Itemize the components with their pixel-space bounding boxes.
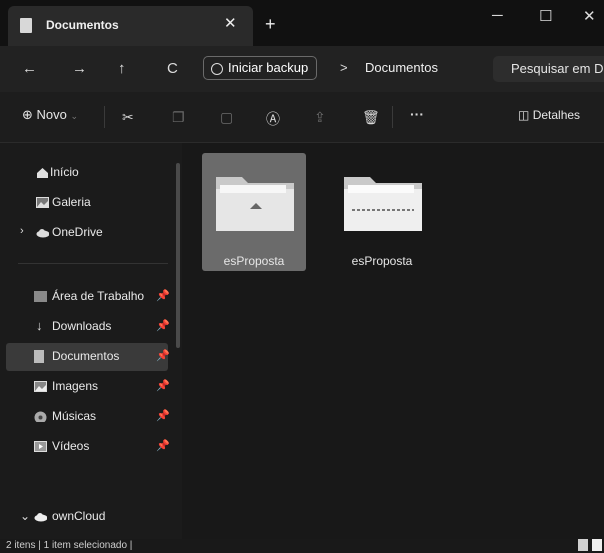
file-item[interactable]: esProposta (330, 153, 434, 271)
home-icon (37, 168, 48, 178)
chevron-down-icon: ⌄ (70, 111, 79, 121)
close-tab-icon[interactable]: ✕ (224, 14, 237, 32)
rename-icon[interactable]: Ⓐ (266, 109, 280, 129)
close-window-button[interactable]: ✕ (583, 7, 596, 25)
sidebar-item-videos[interactable]: Vídeos 📌 (6, 433, 170, 461)
sidebar-item-area-de-trabalho[interactable]: Área de Trabalho 📌 (6, 283, 170, 311)
maximize-button[interactable]: ☐ (539, 7, 552, 25)
sidebar-item-label: OneDrive (52, 225, 103, 239)
delete-icon[interactable]: 🗑 (362, 109, 380, 126)
search-input[interactable]: Pesquisar em D (493, 56, 604, 82)
music-icon (34, 411, 47, 422)
sidebar-item-imagens[interactable]: Imagens 📌 (6, 373, 170, 401)
sidebar-item-documentos[interactable]: Documentos 📌 (6, 343, 170, 371)
cloud-icon (34, 513, 47, 522)
sidebar-divider (18, 263, 168, 264)
backup-label: Iniciar backup (228, 60, 309, 75)
sidebar-item-label: Documentos (52, 349, 120, 363)
sidebar-item-musicas[interactable]: Músicas 📌 (6, 403, 170, 431)
documents-icon (34, 350, 44, 363)
up-button[interactable]: ↑ (118, 60, 126, 77)
list-view-icon[interactable] (578, 539, 588, 551)
sidebar-item-label: Músicas (52, 409, 97, 423)
sidebar-item-label: ownCloud (52, 509, 106, 523)
sidebar-item-label: Vídeos (52, 439, 90, 453)
pin-icon[interactable]: 📌 (156, 379, 170, 392)
pictures-icon (34, 381, 47, 392)
toolbar-divider (392, 106, 393, 128)
tiles-view-icon[interactable] (592, 539, 602, 551)
pin-icon[interactable]: 📌 (156, 289, 170, 302)
file-item[interactable]: esProposta (202, 153, 306, 271)
tab-documentos[interactable]: Documentos ✕ (8, 6, 253, 46)
new-button-label: Novo (36, 107, 67, 122)
search-placeholder: Pesquisar em D (511, 61, 604, 76)
share-icon[interactable]: ⇪ (314, 109, 326, 126)
sidebar-item-galeria[interactable]: Galeria (6, 189, 168, 217)
sidebar-item-label: Início (50, 165, 79, 179)
file-name: esProposta (223, 254, 285, 268)
status-bar: 2 itens | 1 item selecionado | (0, 539, 604, 553)
new-tab-button[interactable]: + (265, 14, 276, 35)
pin-icon[interactable]: 📌 (156, 319, 170, 332)
forward-button[interactable]: → (72, 60, 87, 77)
minimize-button[interactable]: ─ (492, 7, 503, 24)
folder-icon (216, 177, 294, 231)
address-bar[interactable]: Iniciar backup > Documentos (203, 56, 476, 80)
chevron-right-icon[interactable]: › (20, 225, 24, 237)
command-bar: ⊕ Novo ⌄ ✂ ❐ ▢ Ⓐ ⇪ 🗑 ··· ◫ Detalhes (0, 92, 604, 143)
zip-folder-icon (344, 177, 422, 231)
file-list: esProposta esProposta (182, 143, 604, 539)
sidebar-item-label: Imagens (52, 379, 99, 393)
backup-icon (211, 63, 223, 75)
videos-icon (34, 441, 47, 452)
sidebar-item-inicio[interactable]: Início (6, 159, 168, 187)
sidebar-item-onedrive[interactable]: › OneDrive (6, 219, 168, 247)
tab-title: Documentos (46, 18, 119, 32)
sidebar-scrollbar[interactable] (176, 163, 180, 348)
sidebar-item-label: Downloads (52, 319, 112, 333)
desktop-icon (34, 291, 47, 302)
cloud-icon (36, 229, 49, 238)
details-button[interactable]: ◫ Detalhes (518, 108, 580, 122)
gallery-icon (36, 197, 49, 208)
chevron-down-icon[interactable]: ⌄ (20, 509, 30, 523)
sidebar-item-label: Área de Trabalho (52, 289, 145, 303)
details-label: Detalhes (532, 108, 581, 122)
sidebar-item-downloads[interactable]: ↓ Downloads 📌 (6, 313, 170, 341)
breadcrumb-documentos[interactable]: Documentos (365, 60, 438, 75)
plus-circle-icon: ⊕ (22, 107, 33, 122)
refresh-button[interactable]: C (167, 60, 178, 77)
toolbar-divider (104, 106, 105, 128)
more-options-icon[interactable]: ··· (410, 106, 424, 122)
status-text: 2 itens | 1 item selecionado | (6, 540, 133, 551)
new-button[interactable]: ⊕ Novo ⌄ (22, 107, 78, 123)
pin-icon[interactable]: 📌 (156, 349, 170, 362)
details-pane-icon: ◫ (518, 108, 530, 122)
download-icon: ↓ (36, 318, 43, 333)
file-name: esProposta (351, 254, 413, 268)
copy-icon[interactable]: ❐ (172, 109, 185, 126)
back-button[interactable]: ← (22, 60, 37, 77)
cut-icon[interactable]: ✂ (122, 109, 134, 126)
sidebar-item-owncloud[interactable]: ⌄ ownCloud (6, 503, 168, 531)
sidebar-item-label: Galeria (52, 195, 91, 209)
title-bar: Documentos ✕ + ─ ☐ ✕ (0, 0, 604, 46)
pin-icon[interactable]: 📌 (156, 409, 170, 422)
folder-tab-icon (20, 18, 32, 33)
pin-icon[interactable]: 📌 (156, 439, 170, 452)
backup-button[interactable]: Iniciar backup (203, 56, 318, 80)
paste-icon[interactable]: ▢ (220, 109, 233, 126)
breadcrumb-separator-icon: > (340, 60, 348, 75)
navigation-pane: Início Galeria › OneDrive Área de Trabal… (0, 143, 182, 539)
